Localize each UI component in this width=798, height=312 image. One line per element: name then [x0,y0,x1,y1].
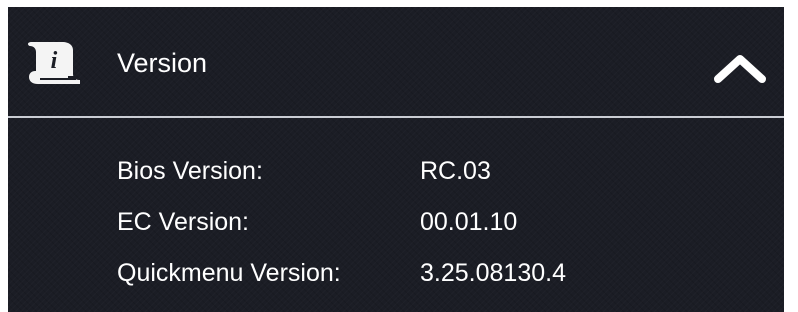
version-section-header[interactable]: i Version [8,7,784,116]
svg-text:i: i [51,48,58,74]
info-scroll-icon: i [24,38,84,90]
version-panel: i Version Bios Version: RC.03 EC Version… [8,7,784,312]
chevron-up-icon[interactable] [710,51,770,85]
quickmenu-version-value: 3.25.08130.4 [420,259,566,287]
ec-version-value: 00.01.10 [420,208,518,236]
ec-version-label: EC Version: [117,208,250,236]
quickmenu-version-label: Quickmenu Version: [117,259,341,287]
section-title: Version [117,48,208,78]
bios-version-label: Bios Version: [117,157,263,185]
bios-version-row: Bios Version: RC.03 [8,151,784,191]
quickmenu-version-row: Quickmenu Version: 3.25.08130.4 [8,253,784,293]
bios-version-value: RC.03 [420,157,491,185]
ec-version-row: EC Version: 00.01.10 [8,202,784,242]
section-divider [8,116,784,118]
